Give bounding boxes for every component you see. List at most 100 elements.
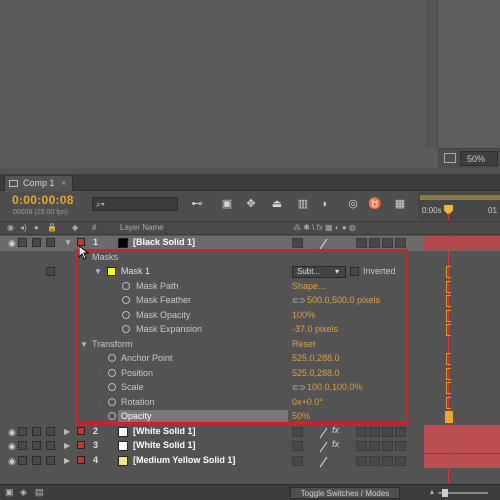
column-layer-name[interactable]: Layer Name [120, 223, 164, 232]
layer-duration-bar[interactable] [424, 236, 500, 250]
keyframe-marker [446, 353, 451, 365]
audio-toggle[interactable] [18, 441, 27, 450]
eye-icon[interactable]: ◉ [8, 427, 16, 438]
graph-editor-icon[interactable]: ▦ [393, 197, 407, 211]
zoom-out-icon[interactable]: ▴ [430, 487, 434, 496]
eye-icon[interactable]: ◉ [8, 456, 16, 467]
adjustment-switch[interactable] [382, 238, 393, 248]
layer-duration-bar[interactable] [424, 425, 500, 439]
layer-row[interactable]: ◉ ▶ 3 [White Solid 1] fx [0, 439, 500, 454]
modes-panel-icon[interactable]: ◈ [20, 487, 27, 498]
frame-blend-switch[interactable] [356, 441, 367, 451]
3d-switch[interactable] [395, 441, 406, 451]
3d-switch[interactable] [395, 456, 406, 466]
work-area-bar[interactable] [420, 195, 500, 200]
effects-switch[interactable]: fx [332, 425, 339, 435]
composition-viewer[interactable]: 50% [0, 0, 500, 168]
motion-blur-switch[interactable] [369, 456, 380, 466]
zoom-dropdown[interactable]: 50% [460, 151, 498, 166]
timeline-footer: ▣ ◈ ▤ Toggle Switches / Modes ▴ [0, 484, 500, 500]
shy-switch[interactable] [292, 456, 303, 466]
audio-toggle[interactable] [18, 238, 27, 247]
eye-icon[interactable]: ◉ [8, 238, 16, 249]
slider-knob[interactable] [442, 489, 448, 497]
shy-switch[interactable] [292, 441, 303, 451]
collapse-triangle-icon[interactable]: ▶ [64, 427, 70, 436]
layer-row[interactable]: ◉ ▶ 2 [White Solid 1] fx [0, 425, 500, 440]
current-time-display[interactable]: 0:00:00:08 [12, 193, 74, 207]
layer-duration-bar[interactable] [424, 439, 500, 453]
3d-layers-icon[interactable]: ✥ [244, 197, 258, 211]
keyframe-marker [446, 281, 451, 293]
layer-duration-bar[interactable] [424, 454, 500, 468]
comp-mini-flowchart-icon[interactable]: ⊷ [190, 197, 204, 211]
label-column-icon: ◆ [72, 223, 79, 232]
layer-number: 3 [93, 440, 99, 450]
label-color[interactable] [77, 238, 85, 246]
keyframe-diamond[interactable] [445, 411, 453, 423]
mask-lock-toggle[interactable] [46, 267, 55, 276]
tab-comp-1[interactable]: Comp 1 × [4, 175, 74, 191]
layer-name[interactable]: [Medium Yellow Solid 1] [133, 455, 235, 465]
layer-number: 4 [93, 455, 99, 465]
shy-switch[interactable] [292, 238, 303, 248]
frame-blending-icon[interactable]: ▥ [296, 197, 310, 211]
close-icon[interactable]: × [61, 178, 66, 188]
adjustment-switch[interactable] [382, 427, 393, 437]
draft-3d-icon[interactable]: ▣ [220, 197, 234, 211]
effects-switch[interactable]: fx [332, 439, 339, 449]
frame-blend-switch[interactable] [356, 238, 367, 248]
layer-row[interactable]: ◉ ▶ 4 [Medium Yellow Solid 1] [0, 454, 500, 469]
motion-blur-switch[interactable] [369, 238, 380, 248]
solo-toggle[interactable] [32, 441, 41, 450]
collapse-triangle-icon[interactable]: ▶ [64, 441, 70, 450]
search-input[interactable]: ⌕▾ [92, 197, 178, 211]
3d-switch[interactable] [395, 427, 406, 437]
label-color[interactable] [77, 441, 85, 449]
quality-switch[interactable] [318, 456, 329, 466]
adjustment-switch[interactable] [382, 441, 393, 451]
quality-switch[interactable] [318, 238, 329, 248]
3d-switch[interactable] [395, 238, 406, 248]
viewer-toolbar: 50% [438, 148, 500, 168]
expand-triangle-icon[interactable]: ▼ [64, 238, 72, 247]
keyframe-marker [446, 368, 451, 380]
lock-toggle[interactable] [46, 456, 55, 465]
layer-swatch [118, 456, 128, 466]
label-color[interactable] [77, 427, 85, 435]
lock-toggle[interactable] [46, 427, 55, 436]
layer-name[interactable]: [Black Solid 1] [133, 237, 195, 247]
shy-switch[interactable] [292, 427, 303, 437]
toggle-switches-modes-button[interactable]: Toggle Switches / Modes [290, 487, 400, 499]
motion-blur-icon[interactable]: ◗ [318, 197, 332, 211]
monitor-icon[interactable] [444, 153, 456, 163]
frame-blend-switch[interactable] [356, 427, 367, 437]
quality-switch[interactable] [318, 427, 329, 437]
lock-toggle[interactable] [46, 238, 55, 247]
timeline-zoom-slider[interactable]: ▴ [430, 487, 496, 497]
frame-blend-switch[interactable] [356, 456, 367, 466]
motion-blur-switch[interactable] [369, 427, 380, 437]
adjustment-switch[interactable] [382, 456, 393, 466]
layer-name[interactable]: [White Solid 1] [133, 426, 196, 436]
layer-switches-panel-icon[interactable]: ▣ [5, 487, 14, 498]
auto-keyframe-icon[interactable]: ♉ [368, 197, 382, 211]
collapse-triangle-icon[interactable]: ▶ [64, 456, 70, 465]
time-ruler[interactable]: 0:00s 01 [418, 192, 500, 220]
hide-shy-layers-icon[interactable]: ⏏ [270, 197, 284, 211]
audio-toggle[interactable] [18, 427, 27, 436]
quality-switch[interactable] [318, 441, 329, 451]
lock-toggle[interactable] [46, 441, 55, 450]
eye-icon[interactable]: ◉ [8, 441, 16, 452]
solo-toggle[interactable] [32, 427, 41, 436]
audio-toggle[interactable] [18, 456, 27, 465]
layer-number: 1 [93, 237, 99, 247]
in-out-panel-icon[interactable]: ▤ [35, 487, 44, 498]
solo-toggle[interactable] [32, 238, 41, 247]
motion-blur-switch[interactable] [369, 441, 380, 451]
solo-toggle[interactable] [32, 456, 41, 465]
layer-name[interactable]: [White Solid 1] [133, 440, 196, 450]
brainstorm-icon[interactable]: ◎ [346, 197, 360, 211]
label-color[interactable] [77, 456, 85, 464]
viewer-scrollbar[interactable] [427, 0, 438, 148]
